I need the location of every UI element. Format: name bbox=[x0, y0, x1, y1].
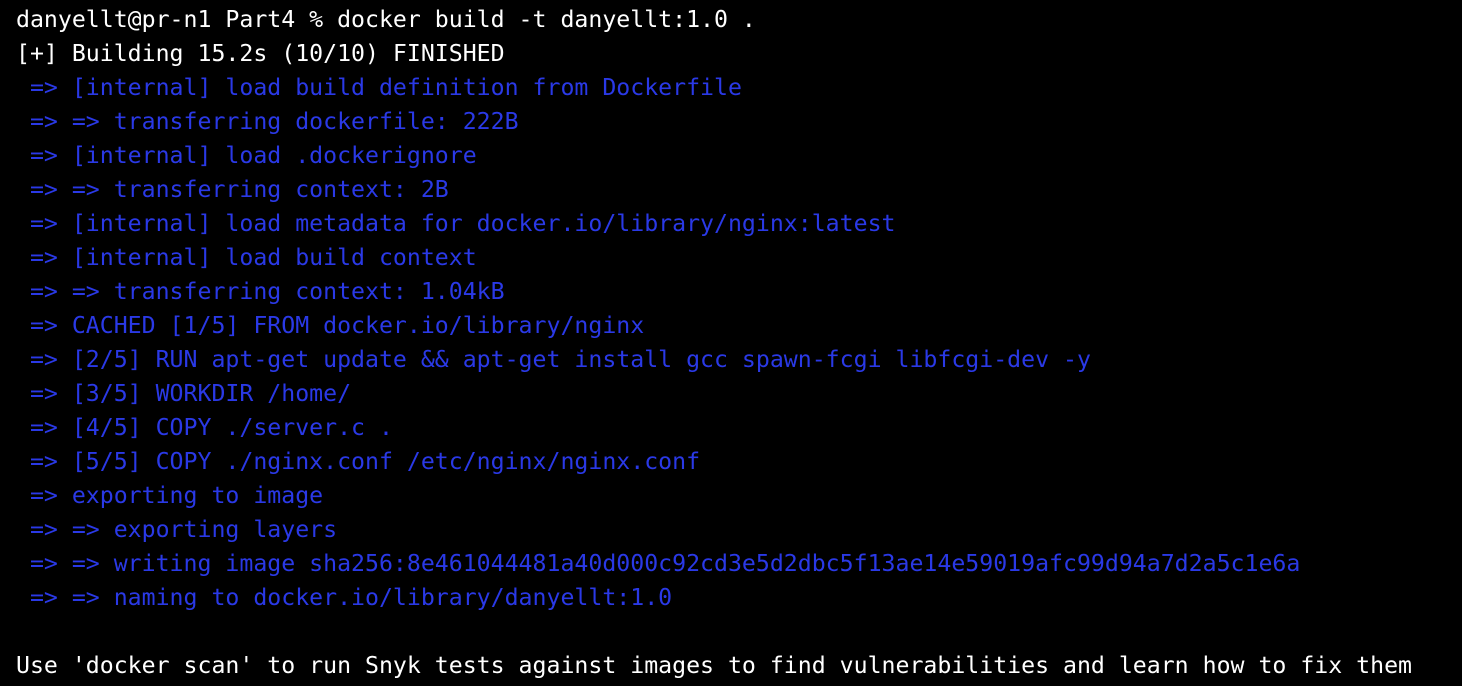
build-step-line: => [internal] load .dockerignore bbox=[16, 142, 477, 169]
build-step-line: => [internal] load metadata for docker.i… bbox=[16, 210, 896, 237]
build-step-line: => [5/5] COPY ./nginx.conf /etc/nginx/ng… bbox=[16, 448, 701, 475]
build-status-line: [+] Building 15.2s (10/10) FINISHED bbox=[16, 40, 505, 67]
build-step-line: => => naming to docker.io/library/danyel… bbox=[16, 584, 673, 611]
build-step-line: => => exporting layers bbox=[16, 516, 338, 543]
build-step-line: => exporting to image bbox=[16, 482, 324, 509]
build-step-line: => [3/5] WORKDIR /home/ bbox=[16, 380, 352, 407]
build-step-line: => [4/5] COPY ./server.c . bbox=[16, 414, 393, 441]
build-step-line: => [2/5] RUN apt-get update && apt-get i… bbox=[16, 346, 1091, 373]
terminal-window[interactable]: danyellt@pr-n1 Part4 % docker build -t d… bbox=[0, 0, 1462, 686]
build-step-line: => => transferring context: 1.04kB bbox=[16, 278, 505, 305]
build-step-line: => => transferring context: 2B bbox=[16, 176, 449, 203]
command-prompt-line: danyellt@pr-n1 Part4 % docker build -t d… bbox=[16, 6, 756, 33]
build-step-line: => [internal] load build definition from… bbox=[16, 74, 742, 101]
build-step-line: => => transferring dockerfile: 222B bbox=[16, 108, 519, 135]
build-step-line: => [internal] load build context bbox=[16, 244, 477, 271]
build-step-line: => CACHED [1/5] FROM docker.io/library/n… bbox=[16, 312, 645, 339]
build-step-line: => => writing image sha256:8e461044481a4… bbox=[16, 550, 1301, 577]
terminal-output: danyellt@pr-n1 Part4 % docker build -t d… bbox=[16, 3, 1462, 683]
scan-hint-line: Use 'docker scan' to run Snyk tests agai… bbox=[16, 652, 1413, 679]
